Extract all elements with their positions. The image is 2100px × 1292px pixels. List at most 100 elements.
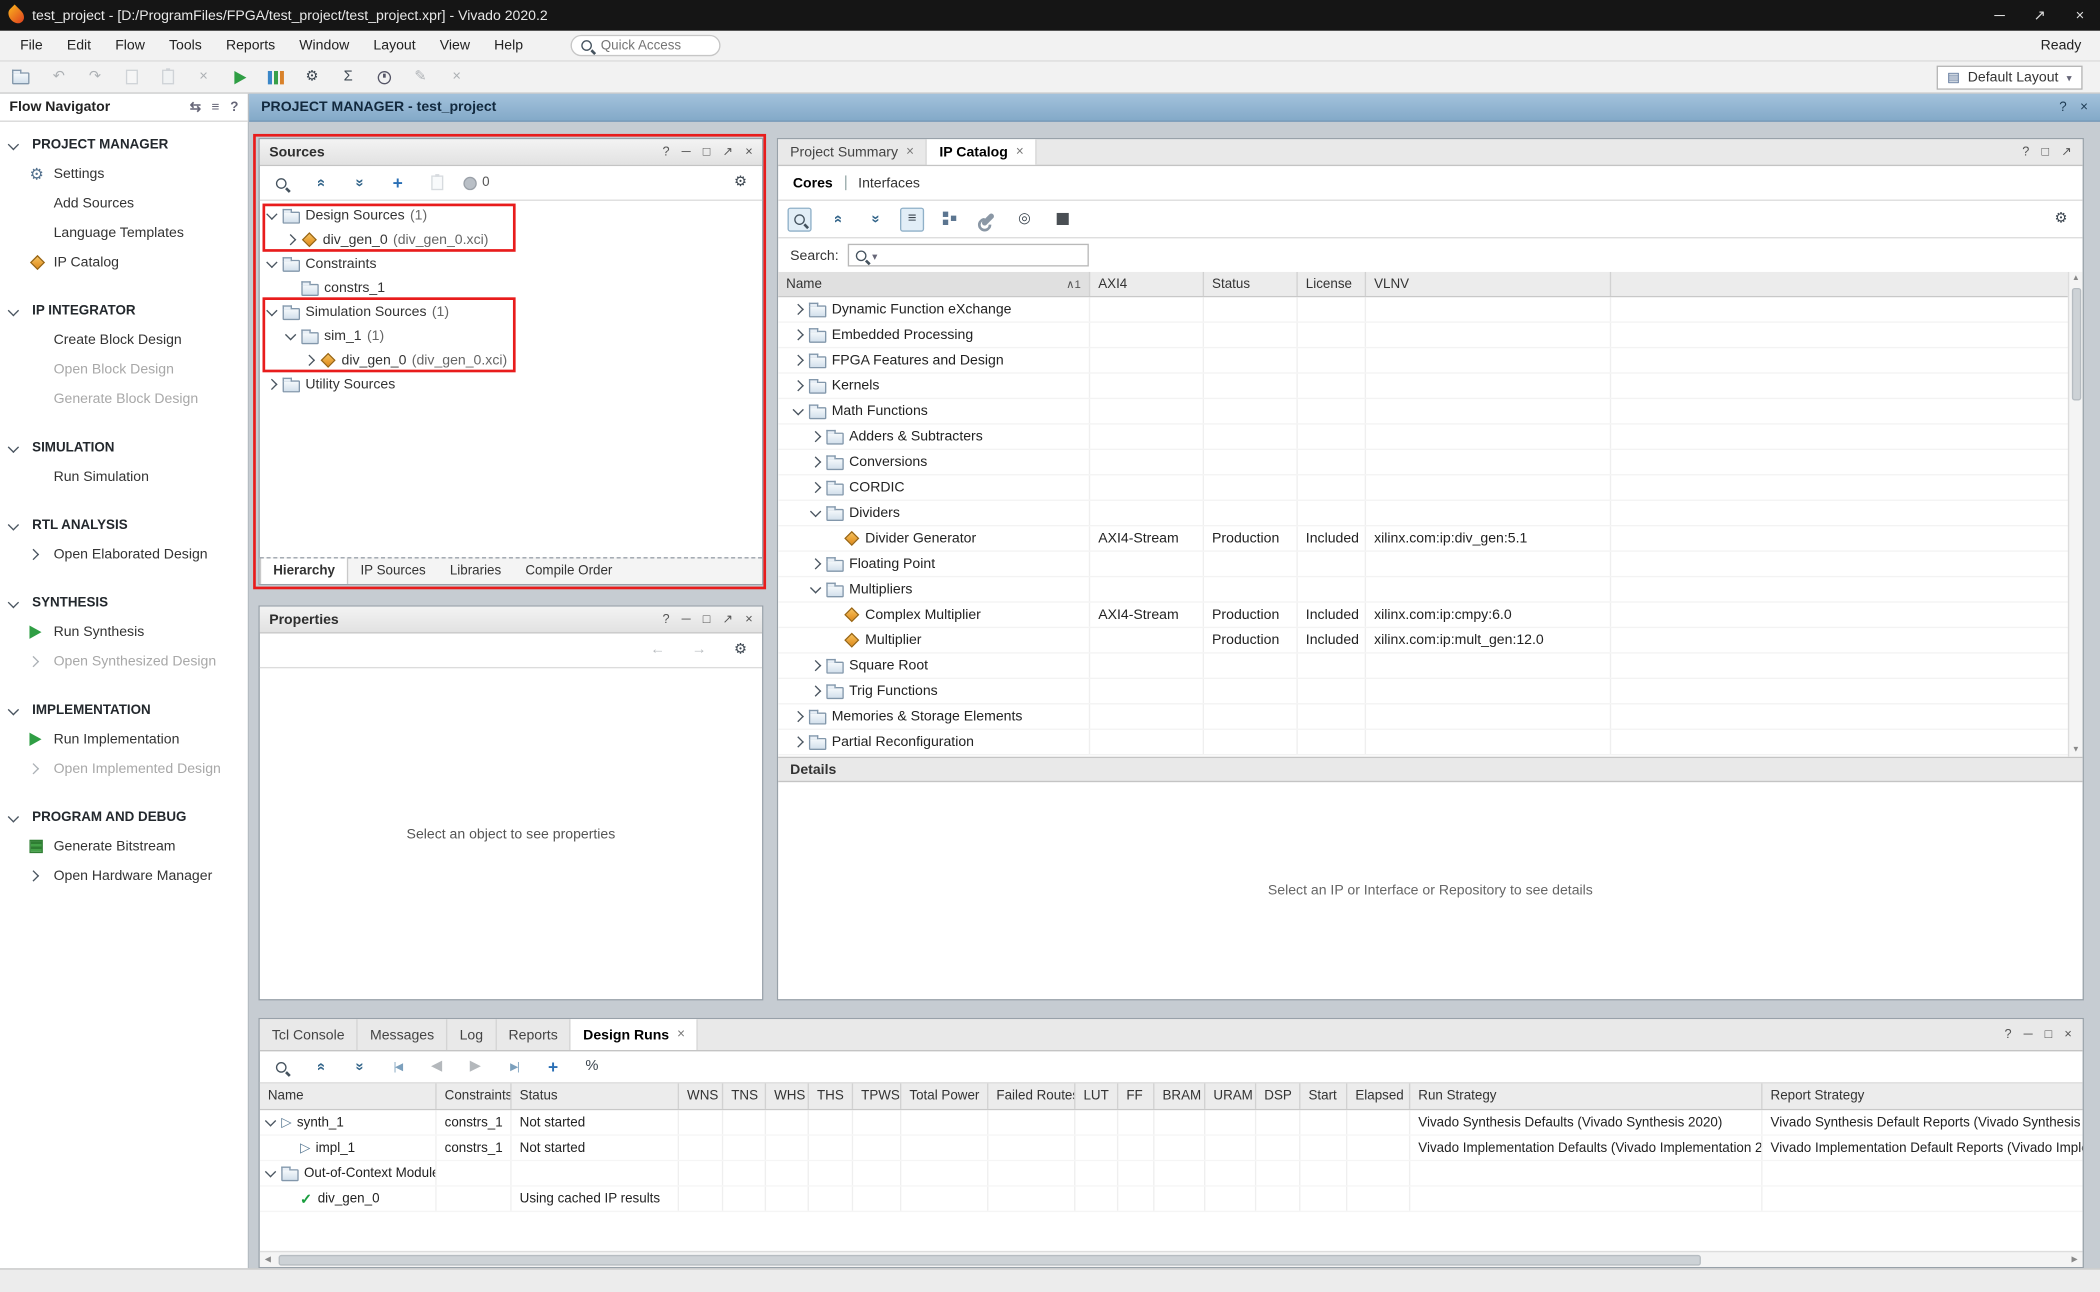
menu-layout[interactable]: Layout — [361, 38, 427, 54]
source-item-constraints[interactable]: Constraints — [260, 252, 762, 276]
paste-icon[interactable] — [155, 65, 179, 89]
ip-row-embedded-processing[interactable]: Embedded Processing — [778, 323, 2082, 348]
expander-icon[interactable] — [793, 355, 804, 366]
expander-icon[interactable] — [810, 685, 821, 696]
flow-menu-icon[interactable]: ≡ — [212, 100, 220, 115]
open-project-icon[interactable] — [11, 65, 35, 89]
runs-close-icon[interactable]: × — [2064, 1027, 2071, 1042]
expander-icon[interactable] — [810, 456, 821, 467]
runs-column-tns[interactable]: TNS — [723, 1083, 766, 1108]
expander-icon[interactable] — [8, 441, 19, 452]
source-item-div-gen-0[interactable]: div_gen_0(div_gen_0.xci) — [260, 228, 762, 252]
view-tab-cores[interactable]: Cores — [793, 175, 833, 191]
scrollbar-thumb[interactable] — [279, 1254, 1701, 1265]
expander-icon[interactable] — [793, 736, 804, 747]
ip-settings-gear-icon[interactable]: ⚙ — [2049, 207, 2073, 231]
expander-icon[interactable] — [265, 1166, 276, 1177]
ip-row-kernels[interactable]: Kernels — [778, 374, 2082, 399]
sources-tab-libraries[interactable]: Libraries — [438, 558, 513, 583]
tab-design-runs[interactable]: Design Runs× — [571, 1019, 698, 1050]
minimize-button[interactable]: ─ — [1979, 0, 2019, 31]
ip-help-icon[interactable]: ? — [2022, 145, 2029, 160]
group-by-category-icon[interactable]: ≡ — [900, 207, 924, 231]
runs-column-total-power[interactable]: Total Power — [901, 1083, 988, 1108]
ip-search-box[interactable] — [848, 244, 1089, 267]
expand-all-icon[interactable]: » — [863, 207, 887, 231]
runs-column-wns[interactable]: WNS — [679, 1083, 723, 1108]
flow-item-add-sources[interactable]: Add Sources — [0, 189, 248, 218]
sources-tab-compile-order[interactable]: Compile Order — [513, 558, 624, 583]
runs-column-uram[interactable]: URAM — [1205, 1083, 1256, 1108]
expander-icon[interactable] — [266, 305, 277, 316]
sources-tab-ip-sources[interactable]: IP Sources — [348, 558, 437, 583]
flow-item-ip-catalog[interactable]: IP Catalog — [0, 248, 248, 277]
expander-icon[interactable] — [810, 558, 821, 569]
properties-help-icon[interactable]: ? — [663, 612, 670, 627]
expander-icon[interactable] — [793, 304, 804, 315]
flow-item-run-synthesis[interactable]: Run Synthesis — [0, 617, 248, 646]
expander-icon[interactable] — [8, 519, 19, 530]
create-runs-icon[interactable]: + — [541, 1055, 565, 1079]
ip-row-multiplier[interactable]: MultiplierProductionIncludedxilinx.com:i… — [778, 628, 2082, 653]
runs-column-bram[interactable]: BRAM — [1154, 1083, 1205, 1108]
forward-icon[interactable]: → — [687, 638, 711, 662]
expander-icon[interactable] — [793, 380, 804, 391]
expander-icon[interactable] — [810, 582, 821, 593]
runs-column-dsp[interactable]: DSP — [1256, 1083, 1300, 1108]
expander-icon[interactable] — [793, 329, 804, 340]
sources-help-icon[interactable]: ? — [663, 145, 670, 160]
expander-icon[interactable] — [793, 711, 804, 722]
add-sources-icon[interactable]: + — [386, 171, 410, 195]
ip-column-vlnv[interactable]: VLNV — [1366, 272, 1611, 296]
ip-row-dynamic-function-exchange[interactable]: Dynamic Function eXchange — [778, 297, 2082, 322]
collapse-all-icon[interactable]: « — [308, 171, 332, 195]
expand-all-icon[interactable]: » — [347, 171, 371, 195]
edit-icon[interactable]: ✎ — [408, 65, 432, 89]
step-back-icon[interactable]: ◀ — [425, 1055, 449, 1079]
source-item-simulation-sources[interactable]: Simulation Sources(1) — [260, 300, 762, 324]
flow-swap-icon[interactable]: ⇆ — [190, 100, 201, 115]
ip-column-axi4[interactable]: AXI4 — [1090, 272, 1204, 296]
menu-file[interactable]: File — [8, 38, 55, 54]
ip-row-square-root[interactable]: Square Root — [778, 654, 2082, 679]
expander-icon[interactable] — [266, 379, 277, 390]
expander-icon[interactable] — [304, 355, 315, 366]
search-icon[interactable] — [269, 171, 293, 195]
copy-icon[interactable] — [119, 65, 143, 89]
ip-maximize-icon[interactable]: ↗ — [2061, 145, 2072, 160]
flow-item-generate-bitstream[interactable]: Generate Bitstream — [0, 832, 248, 861]
expander-icon[interactable] — [8, 138, 19, 149]
expander-icon[interactable] — [28, 549, 39, 560]
runs-column-ths[interactable]: THS — [809, 1083, 853, 1108]
expander-icon[interactable] — [265, 1115, 276, 1126]
expander-icon[interactable] — [810, 482, 821, 493]
quick-access-input[interactable] — [598, 37, 705, 54]
close-tab-icon[interactable]: × — [906, 145, 914, 160]
flow-item-open-hardware-manager[interactable]: Open Hardware Manager — [0, 861, 248, 890]
source-item-div-gen-0[interactable]: div_gen_0(div_gen_0.xci) — [260, 348, 762, 372]
run-row-synth-1[interactable]: ▷synth_1constrs_1Not startedVivado Synth… — [260, 1110, 2083, 1135]
analysis-icon[interactable] — [264, 65, 288, 89]
runs-float-icon[interactable]: □ — [2045, 1027, 2053, 1042]
sources-close-icon[interactable]: × — [745, 145, 752, 160]
ip-row-dividers[interactable]: Dividers — [778, 501, 2082, 526]
close-tab-icon[interactable]: × — [677, 1027, 685, 1042]
runs-column-tpws[interactable]: TPWS — [853, 1083, 901, 1108]
menu-view[interactable]: View — [428, 38, 482, 54]
ip-row-floating-point[interactable]: Floating Point — [778, 552, 2082, 577]
runs-column-name[interactable]: Name — [260, 1083, 437, 1108]
view-tab-interfaces[interactable]: Interfaces — [858, 175, 920, 191]
tab-tcl-console[interactable]: Tcl Console — [260, 1019, 358, 1050]
source-item-sim-1[interactable]: sim_1(1) — [260, 324, 762, 348]
horizontal-scrollbar[interactable] — [260, 1251, 2083, 1267]
undo-icon[interactable]: ↶ — [47, 65, 71, 89]
source-item-design-sources[interactable]: Design Sources(1) — [260, 204, 762, 228]
tab-log[interactable]: Log — [448, 1019, 497, 1050]
scroll-left-button[interactable] — [260, 1252, 276, 1267]
ip-row-complex-multiplier[interactable]: Complex MultiplierAXI4-StreamProductionI… — [778, 603, 2082, 628]
sources-float-icon[interactable]: □ — [703, 145, 711, 160]
step-forward-icon[interactable]: ▶| — [502, 1055, 526, 1079]
context-help-icon[interactable]: ? — [2059, 100, 2066, 115]
ip-column-name[interactable]: Name∧1 — [778, 272, 1090, 296]
target-icon[interactable]: ◎ — [1013, 207, 1037, 231]
